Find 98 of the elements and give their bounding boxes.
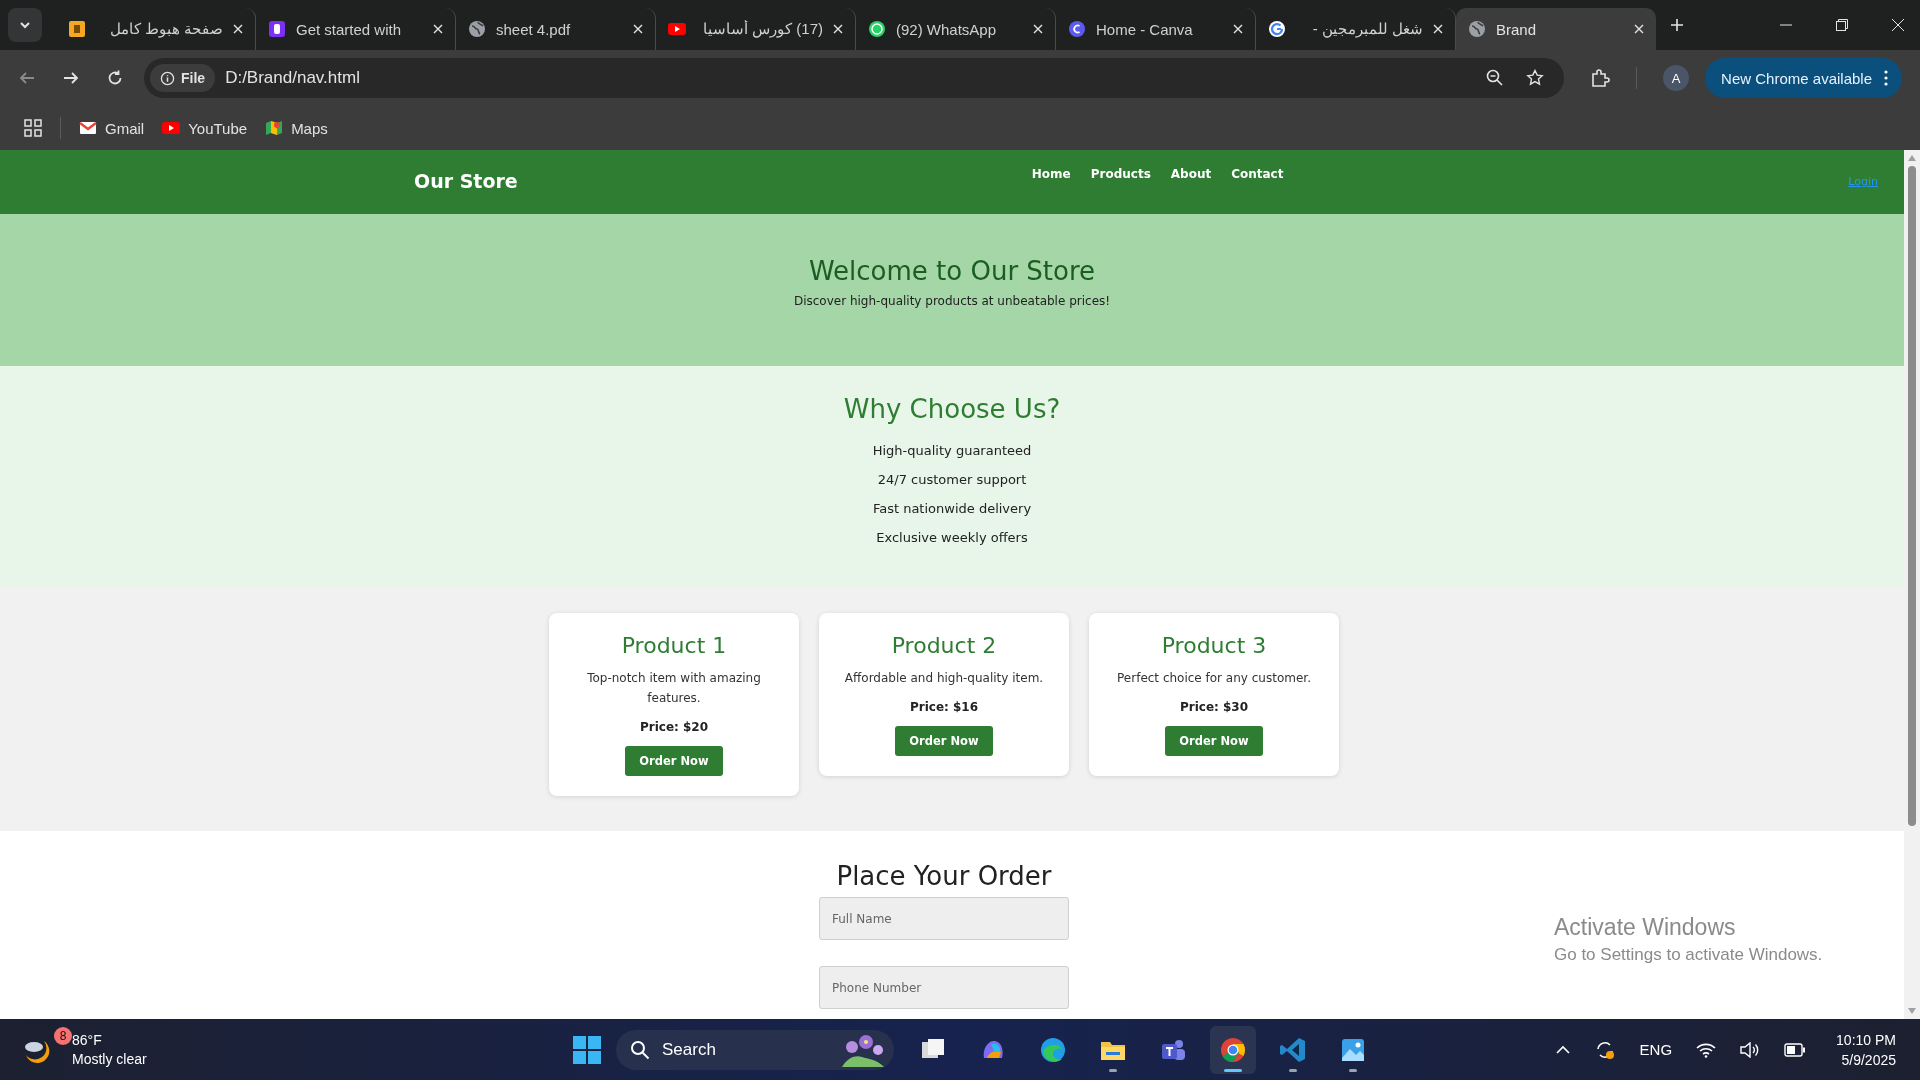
close-icon[interactable] xyxy=(1892,19,1904,31)
taskbar-app[interactable] xyxy=(1210,1025,1256,1074)
close-icon[interactable] xyxy=(1433,24,1443,34)
nav-link[interactable]: Home xyxy=(1031,167,1071,181)
site-info-chip[interactable]: File xyxy=(150,64,216,92)
battery-icon[interactable] xyxy=(1784,1042,1807,1057)
product-price: Price: $16 xyxy=(909,700,979,714)
bookmark-link[interactable]: Maps xyxy=(265,119,328,137)
section-title: Place Your Order xyxy=(836,861,1052,891)
language-indicator[interactable]: ENG xyxy=(1639,1041,1673,1058)
envelope-icon xyxy=(79,120,97,136)
feature-item: High-quality guaranteed xyxy=(872,442,1032,460)
hero-subtitle: Discover high-quality products at unbeatable prices! xyxy=(793,294,1111,308)
code-icon xyxy=(1279,1035,1307,1064)
star-icon[interactable] xyxy=(1526,69,1545,87)
wave-icon xyxy=(1039,1035,1067,1064)
reload-icon[interactable] xyxy=(106,69,124,87)
close-icon[interactable] xyxy=(833,24,843,34)
volume-icon[interactable] xyxy=(1740,1041,1761,1058)
product-description: Perfect choice for any customer. xyxy=(1117,670,1311,687)
order-button[interactable]: Order Now xyxy=(625,746,723,776)
url-text: D:/Brand/nav.html xyxy=(225,68,360,88)
more-icon xyxy=(1884,70,1888,86)
tab-title: Brand xyxy=(1496,20,1538,38)
product-price: Price: $30 xyxy=(1179,700,1249,714)
g-logo-icon xyxy=(1268,20,1286,38)
chat-icon xyxy=(868,20,886,38)
scheme-label: File xyxy=(181,70,206,86)
square-icon xyxy=(68,20,86,38)
section-title: Why Choose Us? xyxy=(843,394,1061,424)
notification-badge: 8 xyxy=(54,1026,72,1045)
close-icon[interactable] xyxy=(433,24,443,34)
input-field[interactable]: Full Name xyxy=(819,897,1069,940)
taskbar-search[interactable]: Search xyxy=(616,1029,894,1070)
activation-title: Activate Windows xyxy=(1554,914,1737,941)
product-title: Product 1 xyxy=(621,633,727,658)
feature-item: Fast nationwide delivery xyxy=(872,500,1032,518)
site-brand[interactable]: Our Store xyxy=(414,170,518,192)
clock[interactable]: 10:10 PM 5/9/2025 xyxy=(1836,1029,1896,1070)
hero-title: Welcome to Our Store xyxy=(808,256,1096,286)
close-icon[interactable] xyxy=(233,24,243,34)
close-icon[interactable] xyxy=(1634,24,1644,34)
feature-item: Exclusive weekly offers xyxy=(876,529,1028,547)
update-button[interactable]: New Chrome available xyxy=(1705,58,1902,98)
running-indicator xyxy=(1224,1068,1242,1072)
product-description: Affordable and high-quality item. xyxy=(844,670,1044,687)
input-field[interactable]: Phone Number xyxy=(819,966,1069,1009)
tab-title: Home - Canva xyxy=(1096,20,1194,38)
order-button[interactable]: Order Now xyxy=(895,726,993,756)
tab-title: Get started with xyxy=(296,20,403,38)
product-description: Top-notch item with amazing features. xyxy=(586,670,762,707)
browser-tab[interactable]: Brand xyxy=(1456,8,1656,50)
circle-icon xyxy=(1068,20,1086,38)
play-icon xyxy=(668,20,686,38)
close-icon[interactable] xyxy=(633,24,643,34)
product-title: Product 2 xyxy=(891,633,997,658)
running-indicator xyxy=(1289,1068,1297,1072)
wifi-icon[interactable] xyxy=(1696,1041,1717,1058)
nav-link[interactable]: Products xyxy=(1090,167,1151,181)
tab-title: صفحة هبوط كامل xyxy=(108,20,223,38)
tab-search-button[interactable] xyxy=(8,8,42,42)
address-bar[interactable]: File D:/Brand/nav.html xyxy=(144,58,1565,98)
bookmark-link[interactable]: Gmail xyxy=(79,119,145,137)
nav-link[interactable]: About xyxy=(1170,167,1212,181)
tab-title: (92) WhatsApp xyxy=(896,20,998,38)
zoom-out-icon[interactable] xyxy=(1486,69,1505,87)
restore-icon[interactable] xyxy=(1836,19,1848,31)
activation-message: Go to Settings to activate Windows. xyxy=(1554,945,1823,965)
bookmark-link[interactable]: YouTube xyxy=(162,119,248,137)
order-button[interactable]: Order Now xyxy=(1165,726,1263,756)
scroll-thumb[interactable] xyxy=(1908,166,1916,826)
weather-condition: Mostly clear xyxy=(72,1049,147,1069)
scrollbar[interactable] xyxy=(1904,150,1920,1019)
chevron-up-icon[interactable] xyxy=(1555,1044,1570,1055)
profile-avatar[interactable]: A xyxy=(1663,65,1690,91)
square-icon xyxy=(268,20,286,38)
product-price: Price: $20 xyxy=(639,720,709,734)
nav-link[interactable]: Contact xyxy=(1231,167,1284,181)
map-icon xyxy=(265,120,284,136)
feature-item: 24/7 customer support xyxy=(877,471,1027,489)
info-icon xyxy=(160,70,175,86)
search-icon xyxy=(630,1039,650,1060)
product-title: Product 3 xyxy=(1161,633,1267,658)
apps-grid-icon[interactable] xyxy=(24,119,42,137)
tab-title: sheet 4.pdf xyxy=(496,20,572,38)
chrome-icon xyxy=(1219,1035,1247,1064)
temperature-text: 86°F xyxy=(72,1030,103,1050)
windows-start-icon[interactable] xyxy=(572,1034,602,1065)
close-icon[interactable] xyxy=(1233,24,1243,34)
puzzle-icon[interactable] xyxy=(1590,68,1611,88)
running-indicator xyxy=(1109,1068,1117,1072)
running-indicator xyxy=(1349,1068,1357,1072)
globe-icon xyxy=(468,20,486,38)
play-icon xyxy=(162,120,181,136)
close-icon[interactable] xyxy=(1033,24,1043,34)
globe-icon xyxy=(1468,20,1486,38)
plus-icon[interactable] xyxy=(1670,18,1684,32)
tab-title: شغل للمبرمجين - xyxy=(1311,20,1423,38)
